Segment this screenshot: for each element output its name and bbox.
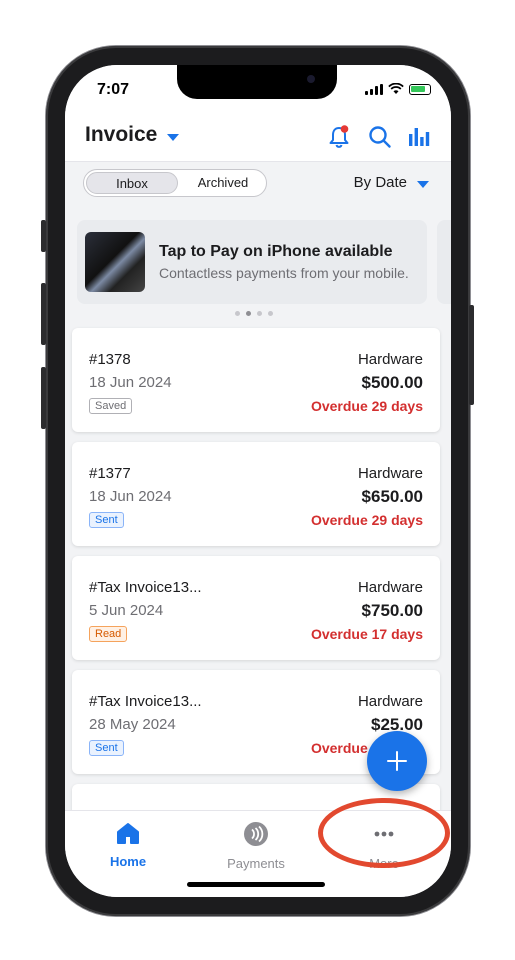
invoice-date: 28 May 2024 xyxy=(89,716,176,733)
customer-name: Hardware xyxy=(357,579,423,596)
tab-inbox[interactable]: Inbox xyxy=(86,172,178,194)
carousel-dot xyxy=(257,311,262,316)
banner-subtitle: Contactless payments from your mobile. xyxy=(159,265,409,281)
invoice-date: 5 Jun 2024 xyxy=(89,602,164,619)
dynamic-island xyxy=(177,65,337,99)
customer-name: Hardware xyxy=(357,351,423,368)
search-icon[interactable] xyxy=(366,123,394,151)
invoice-amount: $500.00 xyxy=(361,373,423,392)
tab-archived[interactable]: Archived xyxy=(180,172,266,194)
iphone-promo-image xyxy=(85,232,145,292)
reports-chart-icon[interactable] xyxy=(405,123,433,151)
tab-home-label: Home xyxy=(109,854,147,869)
wifi-icon xyxy=(388,83,404,94)
invoice-number: #1378 xyxy=(89,351,131,368)
invoice-date: 18 Jun 2024 xyxy=(89,374,172,391)
overdue-label: Overdue 29 days xyxy=(310,512,423,528)
invoice-amount: $750.00 xyxy=(361,601,423,620)
carousel-dot-active xyxy=(246,311,251,316)
next-banner-peek[interactable] xyxy=(437,220,451,304)
plus-icon xyxy=(387,751,407,771)
home-indicator xyxy=(187,882,325,887)
invoice-number: #Tax Invoice13... xyxy=(89,579,202,596)
notification-bell-icon[interactable] xyxy=(325,123,353,151)
chevron-down-icon[interactable] xyxy=(167,134,179,141)
home-icon xyxy=(117,823,139,844)
status-badge: Sent xyxy=(89,740,124,756)
camera-icon xyxy=(307,75,315,83)
promo-banner[interactable]: Tap to Pay on iPhone available Contactle… xyxy=(77,220,427,304)
page-title[interactable]: Invoice xyxy=(85,123,157,147)
inbox-archived-segmented-control: Inbox Archived xyxy=(83,169,267,197)
status-badge: Sent xyxy=(89,512,124,528)
tab-payments-label: Payments xyxy=(227,856,285,871)
mute-switch xyxy=(41,220,46,252)
tab-payments[interactable]: Payments xyxy=(211,821,301,871)
cellular-signal-icon xyxy=(365,84,383,95)
carousel-dot xyxy=(235,311,240,316)
payments-icon xyxy=(244,822,268,846)
tab-home[interactable]: Home xyxy=(83,821,173,869)
highlight-annotation-circle xyxy=(318,798,450,868)
customer-name: Hardware xyxy=(357,693,423,710)
status-badge: Saved xyxy=(89,398,133,414)
app-header: Invoice xyxy=(65,113,451,161)
volume-up-button xyxy=(41,283,46,345)
add-invoice-button[interactable] xyxy=(367,731,427,791)
overdue-label: Overdue 29 days xyxy=(310,398,423,414)
status-icons xyxy=(365,83,431,95)
power-button xyxy=(469,305,474,405)
customer-name: Hardware xyxy=(357,465,423,482)
invoice-date: 18 Jun 2024 xyxy=(89,488,172,505)
invoice-amount: $650.00 xyxy=(361,487,423,506)
volume-down-button xyxy=(41,367,46,429)
filter-bar: Inbox Archived By Date xyxy=(65,161,451,204)
invoice-number: #1377 xyxy=(89,465,131,482)
status-badge: Read xyxy=(89,626,128,642)
status-bar: 7:07 xyxy=(65,65,451,113)
overdue-label: Overdue 17 days xyxy=(310,626,423,642)
invoice-card[interactable]: #1377 18 Jun 2024 Sent Hardware $650.00 … xyxy=(72,442,440,546)
invoice-card[interactable]: #1378 18 Jun 2024 Saved Hardware $500.00… xyxy=(72,328,440,432)
app-screen: 7:07 Invoice Inbox Archived By Date Tap … xyxy=(65,65,451,897)
invoice-card[interactable]: #Tax Invoice13... 5 Jun 2024 Read Hardwa… xyxy=(72,556,440,660)
carousel-dot xyxy=(268,311,273,316)
banner-title: Tap to Pay on iPhone available xyxy=(159,243,393,260)
battery-icon xyxy=(409,84,431,95)
sort-dropdown[interactable]: By Date xyxy=(354,174,407,191)
invoice-number: #Tax Invoice13... xyxy=(89,693,202,710)
status-time: 7:07 xyxy=(97,81,130,98)
carousel-page-indicator xyxy=(235,311,273,316)
chevron-down-icon[interactable] xyxy=(417,181,429,188)
